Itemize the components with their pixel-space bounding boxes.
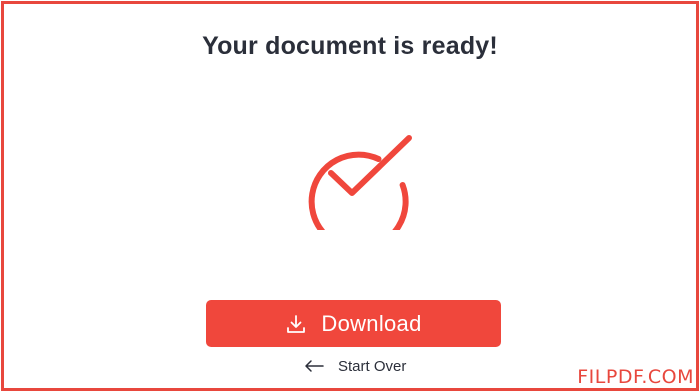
- download-button[interactable]: Download: [206, 300, 501, 347]
- arrow-left-icon: [304, 359, 324, 373]
- result-card: Your document is ready! Download Start O…: [1, 1, 699, 391]
- start-over-label: Start Over: [338, 357, 407, 375]
- page-title: Your document is ready!: [202, 32, 498, 60]
- download-button-label: Download: [321, 310, 422, 336]
- download-icon: [285, 313, 307, 335]
- watermark: FILPDF.COM: [577, 366, 694, 388]
- checkmark-circle-icon: [308, 135, 412, 230]
- start-over-link[interactable]: Start Over: [304, 355, 406, 377]
